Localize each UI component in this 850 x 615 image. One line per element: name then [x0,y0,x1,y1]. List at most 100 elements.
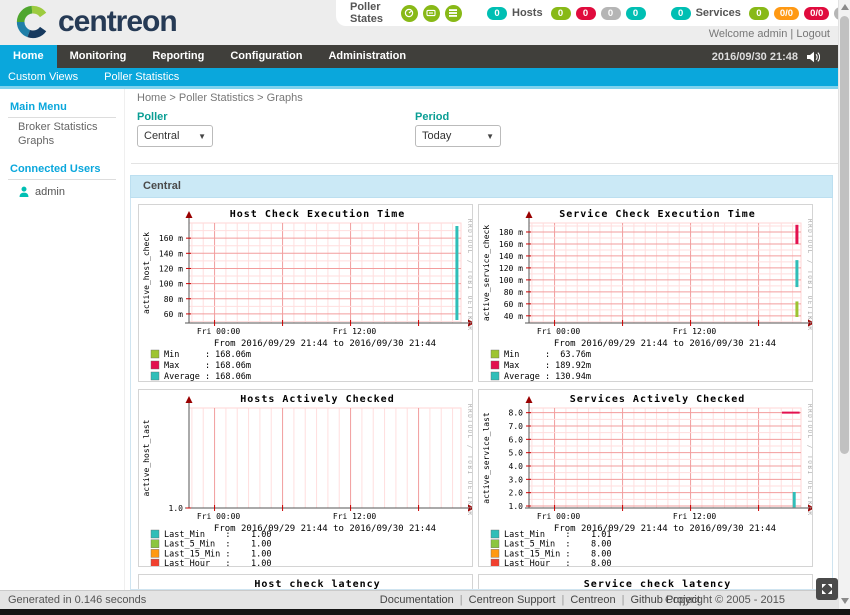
svg-text:Fri 00:00: Fri 00:00 [537,327,581,336]
subnav-item-custom-views[interactable]: Custom Views [8,71,78,83]
svg-text:6.0: 6.0 [509,435,524,444]
host-status-badge-teal[interactable]: 0 [626,7,646,20]
graph-service-check-execution-time[interactable]: Service Check Execution Time40 m60 m80 m… [478,204,813,382]
main-nav: HomeMonitoringReportingConfigurationAdmi… [0,45,850,68]
footer-link-centreon[interactable]: Centreon [570,594,615,606]
chart-image-services-actively-checked: Services Actively Checked1.02.03.04.05.0… [479,390,812,566]
server-icon[interactable] [423,5,440,22]
svg-text:Fri 00:00: Fri 00:00 [197,512,241,521]
nav-tab-configuration[interactable]: Configuration [217,45,315,68]
graph-host-check-execution-time[interactable]: Host Check Execution Time60 m80 m100 m12… [138,204,473,382]
svg-text:180 m: 180 m [499,228,523,237]
service-status-badge-green[interactable]: 0 [749,7,769,20]
graph-services-actively-checked[interactable]: Services Actively Checked1.02.03.04.05.0… [478,389,813,567]
poller-select[interactable]: Central ▼ [137,125,213,147]
vertical-scrollbar [838,0,850,609]
hosts-badges: 0000 [551,7,646,20]
fullscreen-button[interactable] [816,578,838,600]
bottom-bar [0,609,850,615]
svg-text:RRDTOOL / TOBI OETIKER: RRDTOOL / TOBI OETIKER [466,219,472,331]
nav-tab-administration[interactable]: Administration [315,45,419,68]
nav-tab-home[interactable]: Home [0,45,57,68]
scrollbar-thumb[interactable] [840,16,849,454]
status-summary-bar: Poller States 0 Hosts 0000 0 Services 00… [336,0,850,26]
breadcrumb-poller-statistics[interactable]: Poller Statistics [179,92,254,104]
poller-filter-label: Poller [137,111,168,123]
svg-text:Service Check Execution Time: Service Check Execution Time [559,208,756,220]
service-status-badge-red[interactable]: 0/0 [804,7,829,20]
breadcrumb-home[interactable]: Home [137,92,166,104]
services-count-badge[interactable]: 0 [671,7,691,20]
nav-tabs: HomeMonitoringReportingConfigurationAdmi… [0,45,419,68]
scrollbar-down-arrow-icon[interactable] [841,598,849,604]
svg-text:Last_Min : 1.00: Last_Min : 1.00 [164,530,271,540]
speaker-icon[interactable] [806,51,820,63]
centreon-logo-icon [14,3,52,41]
footer-link-centreon-support[interactable]: Centreon Support [469,594,556,606]
sidebar-item-graphs[interactable]: Graphs [18,135,124,147]
poller-states-label: Poller States [350,1,393,25]
chevron-down-icon: ▼ [198,132,206,141]
chart-image-host-check-execution-time: Host Check Execution Time60 m80 m100 m12… [139,205,472,381]
centreon-logo[interactable]: centreon [14,3,177,41]
nav-tab-monitoring[interactable]: Monitoring [57,45,140,68]
svg-text:From 2016/09/29 21:44 to 2016/: From 2016/09/29 21:44 to 2016/09/30 21:4… [554,339,776,349]
nav-tab-reporting[interactable]: Reporting [139,45,217,68]
svg-text:Last_15_Min : 1.00: Last_15_Min : 1.00 [164,549,271,559]
graph-service-check-latency[interactable]: Service check latency [478,574,813,590]
gauge-icon[interactable] [401,5,418,22]
nav-timestamp: 2016/09/30 21:48 [712,51,798,63]
user-icon [18,186,30,198]
period-select[interactable]: Today ▼ [415,125,501,147]
breadcrumb-graphs[interactable]: Graphs [267,92,303,104]
graphs-grid: Host Check Execution Time60 m80 m100 m12… [130,198,833,590]
svg-text:80 m: 80 m [504,288,523,297]
copyright-text: Copyright © 2005 - 2015 [665,594,785,606]
svg-text:Last_Hour : 8.00: Last_Hour : 8.00 [504,559,611,566]
scrollbar-up-arrow-icon[interactable] [841,4,849,10]
sidebar-item-broker-statistics[interactable]: Broker Statistics [18,121,124,133]
svg-text:1.0: 1.0 [509,502,524,511]
sidebar-divider-2 [8,179,116,180]
connected-user-row[interactable]: admin [18,186,124,198]
stack-icon[interactable] [445,5,462,22]
svg-text:active_service_check: active_service_check [482,225,491,322]
svg-text:160 m: 160 m [499,240,523,249]
breadcrumb: Home > Poller Statistics > Graphs [137,92,303,104]
chevron-down-icon: ▼ [486,132,494,141]
svg-text:Host check latency: Host check latency [254,579,380,590]
logo-text: centreon [58,5,177,39]
chart-image-service-check-execution-time: Service Check Execution Time40 m60 m80 m… [479,205,812,381]
footer-link-separator: | [622,594,625,606]
svg-text:From 2016/09/29 21:44 to 2016/: From 2016/09/29 21:44 to 2016/09/30 21:4… [214,339,436,349]
svg-text:60 m: 60 m [164,310,183,319]
svg-text:40 m: 40 m [504,312,523,321]
svg-text:RRDTOOL / TOBI OETIKER: RRDTOOL / TOBI OETIKER [466,404,472,516]
svg-text:RRDTOOL / TOBI OETIKER: RRDTOOL / TOBI OETIKER [806,404,812,516]
svg-text:2.0: 2.0 [509,489,524,498]
svg-text:Max : 189.92m: Max : 189.92m [504,361,591,371]
svg-text:active_service_last: active_service_last [482,412,491,504]
footer-link-documentation[interactable]: Documentation [380,594,454,606]
subnav-item-poller-statistics[interactable]: Poller Statistics [104,71,179,83]
svg-text:Last_Hour : 1.00: Last_Hour : 1.00 [164,559,271,566]
svg-text:Last_5_Min : 1.00: Last_5_Min : 1.00 [164,540,271,550]
host-status-badge-gray[interactable]: 0 [601,7,621,20]
svg-text:140 m: 140 m [499,252,523,261]
poller-states-icons [401,5,462,22]
hosts-count-badge[interactable]: 0 [487,7,507,20]
svg-text:3.0: 3.0 [509,475,524,484]
welcome-bar: Welcome admin | Logout [709,28,830,40]
svg-text:Fri 12:00: Fri 12:00 [673,512,717,521]
sidebar-main-menu-title: Main Menu [10,101,124,113]
host-status-badge-red[interactable]: 0 [576,7,596,20]
chart-image-hosts-actively-checked: Hosts Actively Checked1.0Fri 00:00Fri 12… [139,390,472,566]
svg-text:Host Check Execution Time: Host Check Execution Time [230,208,406,220]
breadcrumb-separator: > [166,92,179,104]
service-status-badge-orange[interactable]: 0/0 [774,7,799,20]
logout-link[interactable]: Logout [796,28,830,40]
graph-hosts-actively-checked[interactable]: Hosts Actively Checked1.0Fri 00:00Fri 12… [138,389,473,567]
breadcrumb-separator: > [254,92,267,104]
host-status-badge-green[interactable]: 0 [551,7,571,20]
graph-host-check-latency[interactable]: Host check latency [138,574,473,590]
